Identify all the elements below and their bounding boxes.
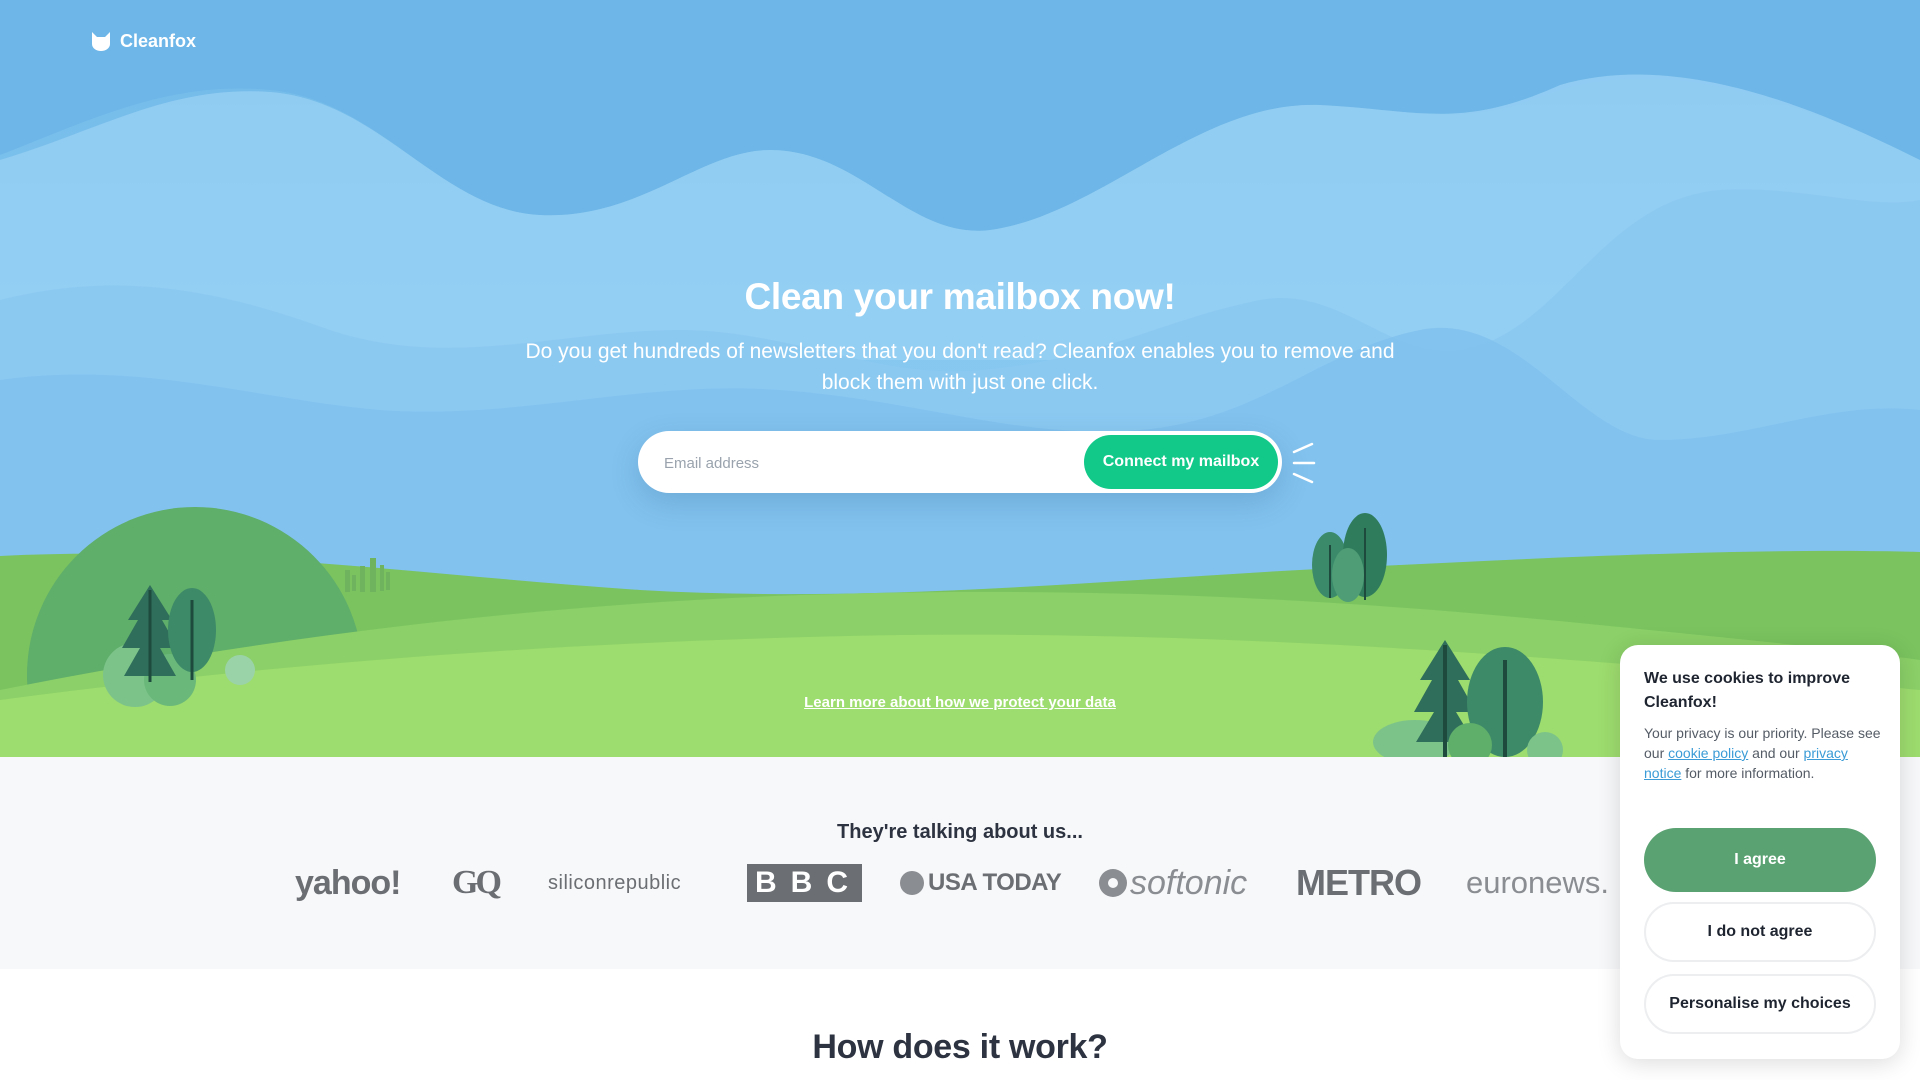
siliconrepublic-logo: siliconrepublic [548,871,682,894]
hero-section: Cleanfox Clean your mailbox now! Do you … [0,0,1920,757]
hero-subtitle: Do you get hundreds of newsletters that … [525,340,1395,394]
learn-more-link[interactable]: Learn more about how we protect your dat… [804,694,1116,711]
sparkle-icon [1292,442,1316,484]
cookie-policy-link[interactable]: cookie policy [1668,745,1748,761]
cookie-title: We use cookies to improve Cleanfox! [1644,670,1850,711]
cleanfox-logo[interactable]: Cleanfox [90,30,196,52]
euronews-logo: euronews. [1466,865,1610,900]
usa-today-logo: USA TODAY [900,857,1062,909]
brand-name: Cleanfox [120,30,197,51]
metro-logo: METRO [1296,862,1422,903]
disagree-button[interactable]: I do not agree [1644,902,1876,962]
personalise-choices-button[interactable]: Personalise my choices [1644,974,1876,1034]
bbc-logo: BBC [747,857,862,909]
fox-head-icon [92,32,110,51]
agree-button[interactable]: I agree [1644,828,1876,892]
cookie-text: Your privacy is our priority. Please see… [1644,725,1881,781]
softonic-icon [1099,869,1127,897]
usa-today-dot-icon [900,871,924,895]
hero-title: Clean your mailbox now! [744,276,1176,317]
email-form: Connect my mailbox [638,431,1282,495]
email-input[interactable] [662,431,1066,495]
connect-mailbox-button[interactable]: Connect my mailbox [1084,435,1278,489]
softonic-logo: softonic [1098,857,1247,909]
gq-logo: GQ [452,864,502,901]
yahoo-logo: yahoo! [295,863,401,902]
cookie-banner: We use cookies to improve Cleanfox! Your… [1620,645,1900,1059]
